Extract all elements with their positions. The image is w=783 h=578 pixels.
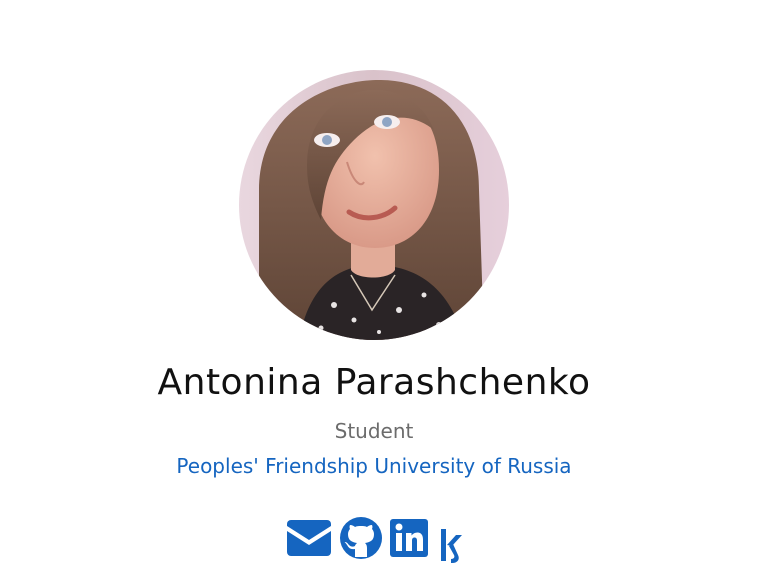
github-icon [340,517,382,559]
linkedin-link[interactable] [390,519,430,559]
linkedin-icon [390,519,428,557]
envelope-icon [287,520,331,556]
profile-name: Antonina Parashchenko [157,362,591,403]
avatar [239,70,509,340]
kaggle-link[interactable] [439,523,463,571]
email-link[interactable] [287,520,331,564]
organization-link[interactable]: Peoples' Friendship University of Russia [0,453,748,479]
page: Antonina Parashchenko Student Peoples' F… [0,0,783,578]
kaggle-icon [441,529,462,563]
social-links [287,517,463,567]
profile-role: Student [334,419,414,443]
avatar-photo [239,70,509,340]
github-link[interactable] [340,517,384,561]
